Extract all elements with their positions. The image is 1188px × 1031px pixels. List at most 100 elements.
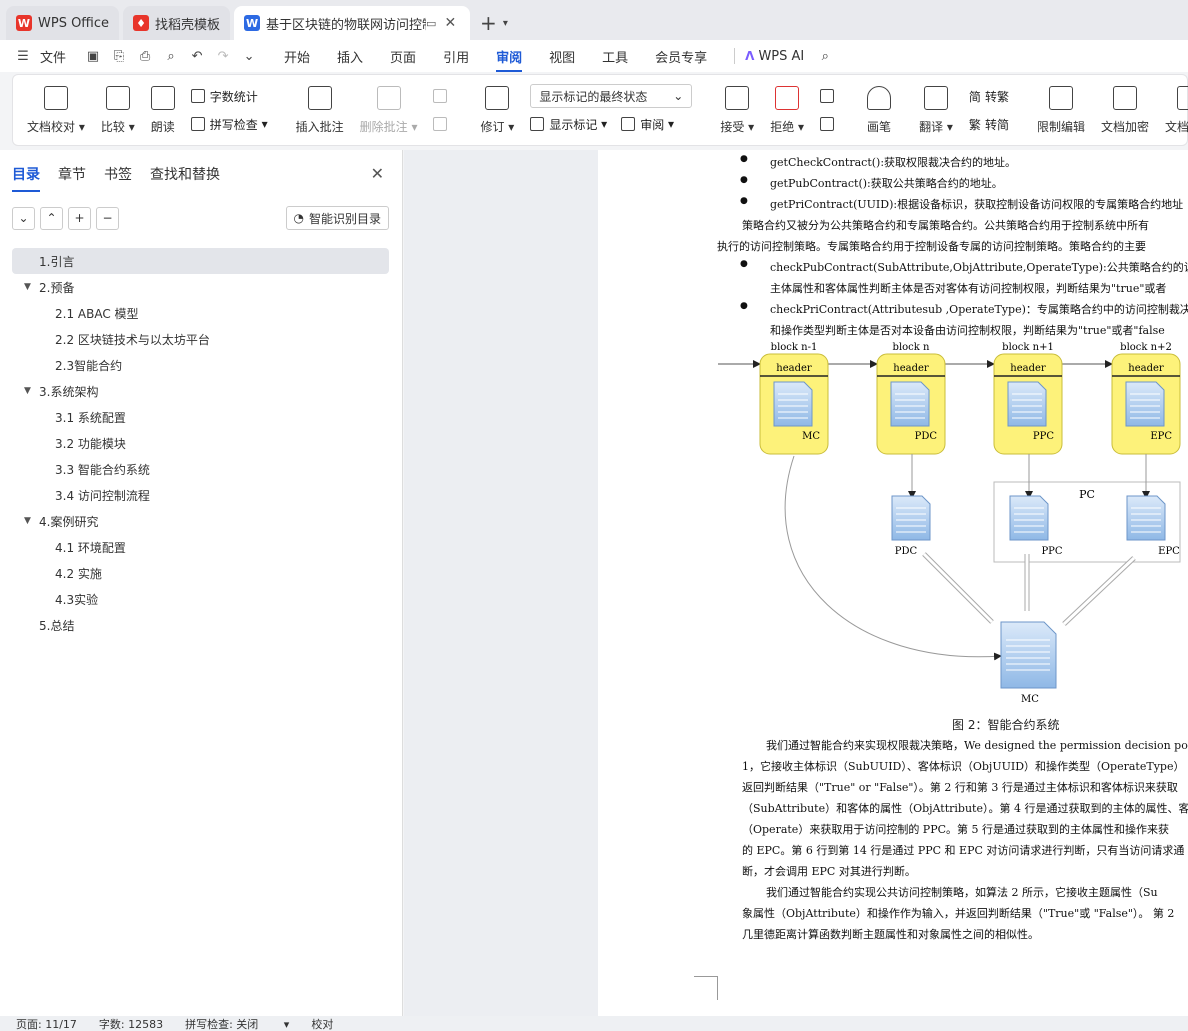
prev-revision-icon	[820, 89, 835, 103]
share-icon[interactable]: ⎘	[110, 47, 128, 65]
print-preview-icon[interactable]: ⌕	[162, 47, 180, 65]
doc-line: getPriContract(UUID):根据设备标识，获取控制设备访问权限的专…	[740, 196, 1183, 212]
next-comment-button[interactable]	[433, 112, 452, 136]
caret-down-icon[interactable]: ▼	[24, 282, 31, 292]
more-chevron-icon[interactable]: ⌄	[240, 47, 258, 65]
tab-sections[interactable]: 章节	[58, 164, 86, 184]
revise-icon	[485, 85, 510, 110]
save-icon[interactable]: ▣	[84, 47, 102, 65]
add-icon[interactable]: +	[68, 206, 91, 230]
tab-wps-office[interactable]: W WPS Office	[6, 6, 120, 40]
review-pane-button[interactable]: 审阅 ▾	[621, 112, 674, 136]
toc-item-label: 2.1 ABAC 模型	[55, 306, 139, 321]
chevron-down-icon[interactable]: ▾	[503, 18, 508, 29]
next-revision-button[interactable]	[820, 112, 839, 136]
print-icon[interactable]: ⎙	[136, 47, 154, 65]
search-icon[interactable]: ⌕	[816, 47, 834, 65]
collapse-icon[interactable]: ⌃	[40, 206, 63, 230]
tab-toc[interactable]: 目录	[12, 164, 40, 192]
caret-down-icon[interactable]: ▼	[24, 386, 31, 396]
block-3: block n+2 header EPC	[1111, 342, 1181, 455]
menu-home[interactable]: 开始	[284, 47, 310, 66]
doc-paragraph: 1，它接收主体标识（SubUUID）、客体标识（ObjUUID）和操作类型（Op…	[742, 760, 1185, 773]
block-0: block n-1 header MC	[759, 342, 829, 455]
lower-doc-0: PDC	[891, 495, 931, 557]
lower-doc-label: EPC	[1158, 546, 1180, 557]
doc-paragraph: （Operate）来获取用于访问控制的 PPC。第 5 行是通过获取到的主体属性…	[742, 823, 1170, 836]
doc-line: 主体属性和客体属性判断主体是否对客体有访问控制权限，判断结果为"true"或者	[770, 282, 1167, 295]
caret-down-icon[interactable]: ▼	[24, 516, 31, 526]
reject-button[interactable]: 拒绝 ▾	[770, 85, 804, 135]
menu-file[interactable]: 文件	[40, 47, 66, 66]
page-corner-mark	[694, 976, 718, 1000]
divider	[734, 48, 736, 64]
spell-check-button[interactable]: 拼写检查 ▾	[190, 112, 268, 136]
toc-item-label: 4.1 环境配置	[55, 540, 126, 555]
new-tab-button[interactable]: + ▾	[474, 6, 514, 40]
doc-line: 策略合约又被分为公共策略合约和专属策略合约。公共策略合约用于控制系统中所有	[742, 219, 1149, 232]
menu-reference[interactable]: 引用	[443, 47, 469, 66]
remove-icon[interactable]: −	[96, 206, 119, 230]
markup-state-select[interactable]: 显示标记的最终状态 ⌄	[530, 84, 693, 108]
prev-comment-button[interactable]	[433, 84, 452, 108]
status-page[interactable]: 页面: 11/17	[16, 1016, 77, 1031]
expand-icon[interactable]: ⌄	[12, 206, 35, 230]
menu-tools[interactable]: 工具	[602, 47, 628, 66]
doc-proofread-button[interactable]: 文档校对 ▾	[27, 85, 85, 135]
accept-button[interactable]: 接受 ▾	[720, 85, 754, 135]
monitor-icon[interactable]: ▭	[426, 17, 436, 30]
spell-check-icon	[190, 117, 205, 131]
read-aloud-icon	[150, 85, 175, 110]
delete-comment-button[interactable]: 删除批注 ▾	[360, 85, 417, 135]
markup-column: 显示标记的最终状态 ⌄ 显示标记 ▾ 审阅 ▾	[530, 84, 693, 136]
toc-item-label: 2.3智能合约	[55, 358, 123, 373]
hamburger-icon[interactable]: ☰	[14, 47, 32, 65]
block-label: block n+1	[1002, 342, 1054, 353]
restrict-edit-button[interactable]: 限制编辑	[1037, 85, 1085, 135]
finalize-button[interactable]: 文档定稿	[1165, 85, 1188, 135]
status-spell-check[interactable]: 拼写检查: 关闭 ▾	[185, 1016, 289, 1031]
next-revision-icon	[820, 117, 835, 131]
chevron-down-icon: ⌄	[673, 89, 684, 103]
review-pane-icon	[621, 117, 636, 131]
pen-icon	[867, 85, 892, 110]
block-header-label: header	[893, 363, 929, 374]
redo-icon[interactable]: ↷	[214, 47, 232, 65]
compare-button[interactable]: 比较 ▾	[101, 85, 135, 135]
prev-revision-button[interactable]	[820, 84, 839, 108]
menu-view[interactable]: 视图	[549, 47, 575, 66]
status-proof[interactable]: 校对	[311, 1016, 333, 1031]
menu-wps-ai[interactable]: WPS AI	[758, 49, 804, 64]
translate-button[interactable]: 翻译 ▾	[919, 85, 953, 135]
undo-icon[interactable]: ↶	[188, 47, 206, 65]
wps-logo-icon: W	[16, 15, 32, 31]
pen-button[interactable]: 画笔	[867, 85, 892, 135]
status-word-count[interactable]: 字数: 12583	[99, 1016, 163, 1031]
close-tab-icon[interactable]: ✕	[444, 15, 456, 31]
tab-docer[interactable]: ♦ 找稻壳模板	[123, 6, 231, 40]
toc-item-label: 3.2 功能模块	[55, 436, 126, 451]
doc-line: checkPubContract(SubAttribute,ObjAttribu…	[740, 259, 1188, 275]
contract-doc-icon	[890, 381, 930, 427]
menu-page[interactable]: 页面	[390, 47, 416, 66]
tab-label: WPS Office	[38, 15, 110, 31]
status-bar: 页面: 11/17 字数: 12583 拼写检查: 关闭 ▾ 校对	[0, 1016, 1188, 1031]
to-traditional-button[interactable]: 简转繁	[969, 84, 1009, 108]
tab-document[interactable]: W 基于区块链的物联网访问控制 ▭ ✕	[234, 6, 471, 40]
insert-comment-button[interactable]: 插入批注	[296, 85, 344, 135]
read-aloud-button[interactable]: 朗读	[150, 85, 175, 135]
convert-column: 简转繁 繁转简	[969, 84, 1009, 136]
encrypt-button[interactable]: 文档加密	[1101, 85, 1149, 135]
menu-review[interactable]: 审阅	[496, 47, 523, 72]
to-simplified-button[interactable]: 繁转简	[969, 112, 1009, 136]
menu-member[interactable]: 会员专享	[655, 47, 707, 66]
word-count-button[interactable]: 字数统计	[190, 84, 268, 108]
hollow-arrow-epc-inner	[1062, 556, 1136, 626]
revise-button[interactable]: 修订 ▾	[480, 85, 514, 135]
tab-bookmarks[interactable]: 书签	[104, 164, 132, 184]
revision-nav-column	[820, 84, 839, 136]
menu-insert[interactable]: 插入	[337, 47, 363, 66]
show-markup-button[interactable]: 显示标记 ▾	[530, 112, 607, 136]
tab-find-replace[interactable]: 查找和替换	[150, 164, 220, 184]
menu-bar: ☰ 文件 ▣ ⎘ ⎙ ⌕ ↶ ↷ ⌄ 开始 插入 页面 引用 审阅 视图 工具 …	[0, 40, 1188, 72]
